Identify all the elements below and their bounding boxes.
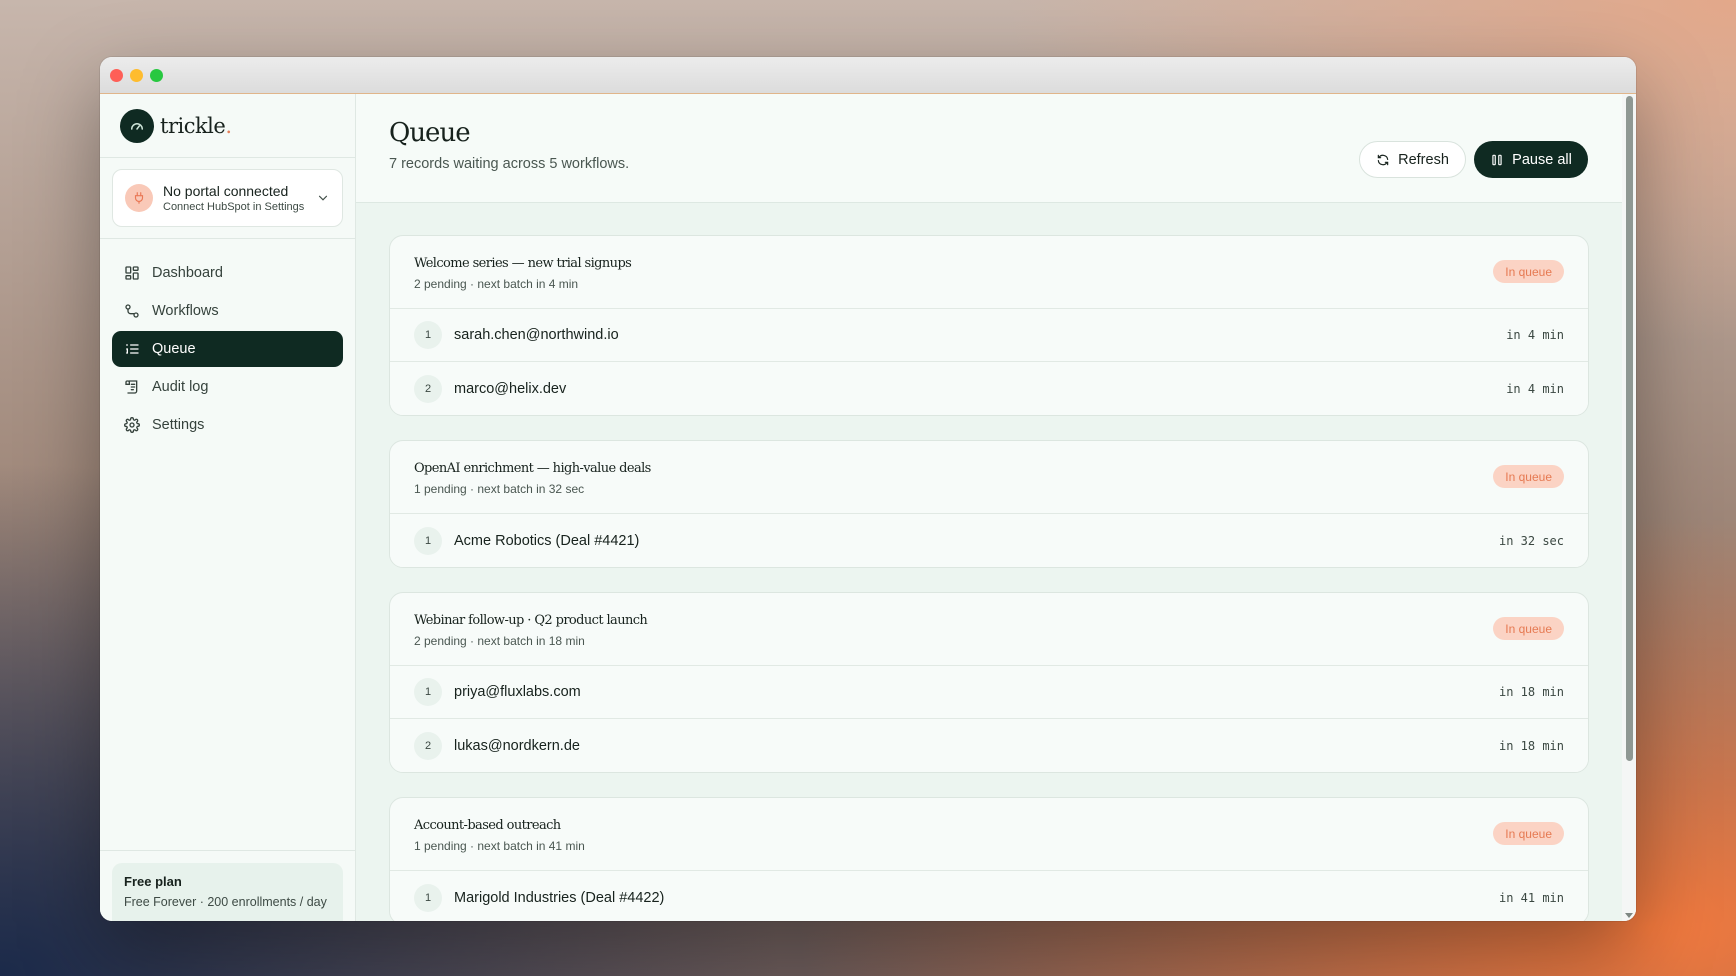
record-name: priya@fluxlabs.com xyxy=(454,684,581,700)
pause-all-button[interactable]: Pause all xyxy=(1474,141,1588,178)
scrollbar-thumb[interactable] xyxy=(1626,96,1633,761)
plug-icon xyxy=(125,184,153,212)
record-name: sarah.chen@northwind.io xyxy=(454,327,619,343)
sidebar-item-dashboard[interactable]: Dashboard xyxy=(112,255,343,291)
gear-icon xyxy=(124,417,140,433)
plan-card: Free plan Free Forever · 200 enrollments… xyxy=(112,863,343,921)
portal-title: No portal connected xyxy=(163,183,289,199)
sidebar-item-label: Workflows xyxy=(152,303,219,319)
sidebar-item-label: Audit log xyxy=(152,379,209,395)
queue-icon xyxy=(126,344,139,354)
vertical-scrollbar[interactable] xyxy=(1622,94,1636,921)
row-number: 1 xyxy=(414,321,442,349)
row-number: 1 xyxy=(414,678,442,706)
refresh-icon xyxy=(1377,154,1389,165)
gauge-icon xyxy=(120,108,154,143)
record-eta: in 4 min xyxy=(1506,381,1564,396)
sidebar-item-settings[interactable]: Settings xyxy=(112,407,343,443)
close-window-button[interactable] xyxy=(110,69,123,82)
record-name: marco@helix.dev xyxy=(454,380,567,397)
brand-name: trickle. xyxy=(160,113,232,138)
audit-log-icon xyxy=(125,380,138,394)
sidebar-item-workflows[interactable]: Workflows xyxy=(112,293,343,329)
plan-title: Free plan xyxy=(124,874,182,889)
minimize-window-button[interactable] xyxy=(130,69,143,82)
scroll-down-arrow-icon[interactable] xyxy=(1625,913,1633,918)
queue-row[interactable]: 2 lukas@nordkern.de in 18 min xyxy=(390,719,1588,772)
queue-row[interactable]: 1 Acme Robotics (Deal #4421) in 32 sec xyxy=(390,514,1588,567)
pause-icon xyxy=(1492,154,1502,165)
record-eta: in 41 min xyxy=(1498,890,1564,905)
row-number: 1 xyxy=(414,883,442,912)
brand: trickle. xyxy=(100,94,355,158)
record-eta: in 18 min xyxy=(1498,685,1564,699)
plan-subtitle: Free Forever · 200 enrollments / day xyxy=(124,895,327,909)
queue-row[interactable]: 1 Marigold Industries (Deal #4422) in 41… xyxy=(390,871,1588,921)
group-meta: 2 pending · next batch in 18 min xyxy=(414,634,585,648)
page-header: Queue 7 records waiting across 5 workflo… xyxy=(356,94,1636,203)
group-title: Account-based outreach xyxy=(414,818,561,833)
queue-row[interactable]: 1 priya@fluxlabs.com in 18 min xyxy=(390,666,1588,719)
queue-row[interactable]: 1 sarah.chen@northwind.io in 4 min xyxy=(390,309,1588,362)
sidebar-item-queue[interactable]: Queue xyxy=(112,331,343,367)
group-title: Webinar follow-up · Q2 product launch xyxy=(414,613,648,628)
sidebar-item-label: Queue xyxy=(152,341,196,357)
sidebar-item-audit-log[interactable]: Audit log xyxy=(112,369,343,405)
workflows-icon xyxy=(125,304,139,318)
status-badge: In queue xyxy=(1493,465,1564,488)
row-number: 2 xyxy=(414,374,442,403)
refresh-button[interactable]: Refresh xyxy=(1359,141,1466,178)
queue-group: Webinar follow-up · Q2 product launch 2 … xyxy=(389,592,1589,773)
record-eta: in 4 min xyxy=(1506,328,1564,342)
row-number: 1 xyxy=(414,526,442,555)
app-window: trickle. No portal connected Connect Hub… xyxy=(100,57,1636,921)
main-content: Queue 7 records waiting across 5 workflo… xyxy=(356,94,1636,921)
group-title: OpenAI enrichment — high-value deals xyxy=(414,461,651,476)
group-title: Welcome series — new trial signups xyxy=(414,256,632,271)
portal-subtitle: Connect HubSpot in Settings xyxy=(163,201,305,213)
record-eta: in 18 min xyxy=(1498,738,1564,753)
sidebar: trickle. No portal connected Connect Hub… xyxy=(100,94,356,921)
row-number: 2 xyxy=(414,731,442,760)
queue-row[interactable]: 2 marco@helix.dev in 4 min xyxy=(390,362,1588,415)
queue-group: Welcome series — new trial signups 2 pen… xyxy=(389,235,1589,416)
queue-group: Account-based outreach 1 pending · next … xyxy=(389,797,1589,921)
group-meta: 1 pending · next batch in 41 min xyxy=(414,839,585,853)
group-meta: 1 pending · next batch in 32 sec xyxy=(414,482,585,496)
status-badge: In queue xyxy=(1493,617,1564,640)
sidebar-nav: Dashboard Workflows Queue Audit log Sett… xyxy=(100,239,355,461)
portal-selector[interactable]: No portal connected Connect HubSpot in S… xyxy=(112,169,343,227)
record-name: lukas@nordkern.de xyxy=(454,737,580,754)
status-badge: In queue xyxy=(1493,822,1564,845)
sidebar-item-label: Dashboard xyxy=(152,265,223,281)
chevron-down-icon xyxy=(318,195,328,201)
record-eta: in 32 sec xyxy=(1498,533,1564,548)
queue-list: Welcome series — new trial signups 2 pen… xyxy=(356,203,1622,921)
record-name: Marigold Industries (Deal #4422) xyxy=(454,889,665,906)
sidebar-item-label: Settings xyxy=(152,417,205,433)
group-meta: 2 pending · next batch in 4 min xyxy=(414,277,579,291)
record-name: Acme Robotics (Deal #4421) xyxy=(454,532,640,549)
title-bar xyxy=(100,57,1636,94)
dashboard-icon xyxy=(125,266,139,280)
queue-group: OpenAI enrichment — high-value deals 1 p… xyxy=(389,440,1589,568)
maximize-window-button[interactable] xyxy=(150,69,163,82)
status-badge: In queue xyxy=(1493,260,1564,283)
